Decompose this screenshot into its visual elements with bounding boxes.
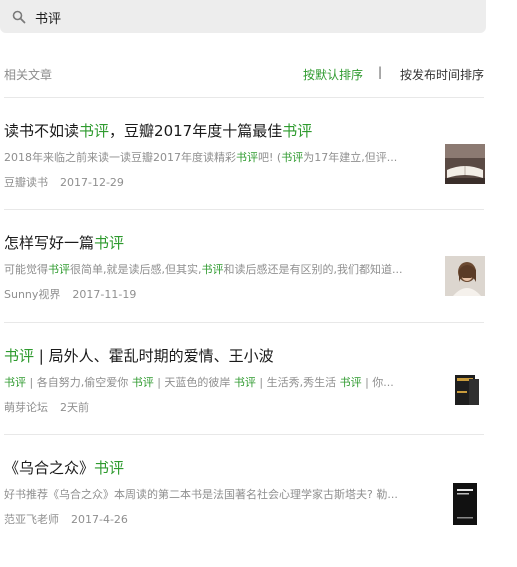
snippet-text: 吧! ( [258, 151, 282, 164]
snippet-text: 好书推荐《乌合之众》本周读的第二本书是法国著名社会心理学家古斯塔夫? 勒... [4, 488, 398, 501]
section-title: 相关文章 [4, 68, 53, 82]
article-date: 2017-4-26 [71, 513, 128, 526]
article-meta: Sunny视界 2017-11-19 [4, 286, 136, 302]
search-input[interactable]: 书评 [35, 8, 61, 27]
article-meta: 范亚飞老师 2017-4-26 [4, 511, 128, 527]
snippet-highlight: 书评 [281, 151, 304, 164]
snippet-text: 很简单,就是读后感,但其实, [70, 263, 202, 276]
snippet-highlight: 书评 [4, 376, 26, 389]
article-item[interactable]: 《乌合之众》书评 好书推荐《乌合之众》本周读的第二本书是法国著名社会心理学家古斯… [4, 457, 488, 567]
article-source: 范亚飞老师 [4, 513, 59, 526]
article-title[interactable]: 《乌合之众》书评 [4, 457, 124, 478]
sort-by-time-button[interactable]: 按发布时间排序 [400, 66, 484, 83]
article-thumbnail [445, 256, 485, 296]
article-title[interactable]: 怎样写好一篇书评 [4, 232, 124, 253]
title-highlight: 书评 [282, 122, 313, 140]
sort-default-button[interactable]: 按默认排序 [303, 66, 363, 83]
title-highlight: 书评 [94, 459, 125, 477]
article-snippet: 书评 | 各自努力,偷空爱你 书评 | 天蓝色的彼岸 书评 | 生活秀,秀生活 … [4, 374, 432, 390]
article-item[interactable]: 读书不如读书评，豆瓣2017年度十篇最佳书评 2018年来临之前来读一读豆瓣20… [4, 120, 488, 230]
snippet-highlight: 书评 [339, 376, 362, 389]
snippet-text: | 天蓝色的彼岸 [153, 376, 234, 389]
article-title[interactable]: 书评 | 局外人、霍乱时期的爱情、王小波 [4, 345, 274, 366]
article-source: 豆瓣读书 [4, 176, 48, 189]
title-text: ，豆瓣2017年度十篇最佳 [109, 122, 283, 140]
title-text: 《乌合之众》 [4, 459, 95, 477]
article-meta: 萌芽论坛 2天前 [4, 399, 89, 415]
divider [4, 97, 484, 98]
article-date: 2017-12-29 [60, 176, 124, 189]
article-item[interactable]: 书评 | 局外人、霍乱时期的爱情、王小波 书评 | 各自努力,偷空爱你 书评 |… [4, 345, 488, 455]
snippet-text: 为17年建立,但评... [303, 151, 398, 164]
title-highlight: 书评 [79, 122, 110, 140]
divider [4, 209, 484, 210]
sort-separator: | [378, 65, 383, 79]
snippet-text: | 你... [361, 376, 394, 389]
title-text: 读书不如读 [4, 122, 80, 140]
article-snippet: 可能觉得书评很简单,就是读后感,但其实,书评和读后感还是有区别的,我们都知道..… [4, 261, 432, 277]
snippet-highlight: 书评 [48, 263, 70, 276]
article-title[interactable]: 读书不如读书评，豆瓣2017年度十篇最佳书评 [4, 120, 312, 141]
snippet-highlight: 书评 [236, 151, 258, 164]
article-snippet: 好书推荐《乌合之众》本周读的第二本书是法国著名社会心理学家古斯塔夫? 勒... [4, 486, 432, 502]
article-thumbnail [445, 144, 485, 184]
article-snippet: 2018年来临之前来读一读豆瓣2017年度读精彩书评吧! (书评为17年建立,但… [4, 149, 432, 165]
divider [4, 434, 484, 435]
title-text: 怎样写好一篇 [4, 234, 95, 252]
article-item[interactable]: 怎样写好一篇书评 可能觉得书评很简单,就是读后感,但其实,书评和读后感还是有区别… [4, 232, 488, 342]
title-highlight: 书评 [94, 234, 125, 252]
snippet-highlight: 书评 [201, 263, 224, 276]
search-bar[interactable]: 书评 [0, 0, 486, 33]
article-meta: 豆瓣读书 2017-12-29 [4, 174, 124, 190]
divider [4, 322, 484, 323]
title-text: | 局外人、霍乱时期的爱情、王小波 [34, 347, 274, 365]
search-icon [12, 10, 26, 24]
results-header: 相关文章 按默认排序 | 按发布时间排序 [4, 64, 484, 84]
article-date: 2017-11-19 [72, 288, 137, 301]
snippet-text: | 各自努力,偷空爱你 [26, 376, 132, 389]
snippet-text: | 生活秀,秀生活 [255, 376, 340, 389]
article-source: Sunny视界 [4, 288, 61, 301]
title-highlight: 书评 [4, 347, 35, 365]
snippet-text: 2018年来临之前来读一读豆瓣2017年度读精彩 [4, 151, 236, 164]
snippet-highlight: 书评 [233, 376, 256, 389]
snippet-highlight: 书评 [131, 376, 154, 389]
snippet-text: 和读后感还是有区别的,我们都知道... [223, 263, 403, 276]
article-date: 2天前 [60, 401, 89, 414]
article-thumbnail [445, 369, 485, 409]
snippet-text: 可能觉得 [4, 263, 48, 276]
article-thumbnail [445, 481, 485, 527]
article-source: 萌芽论坛 [4, 401, 48, 414]
